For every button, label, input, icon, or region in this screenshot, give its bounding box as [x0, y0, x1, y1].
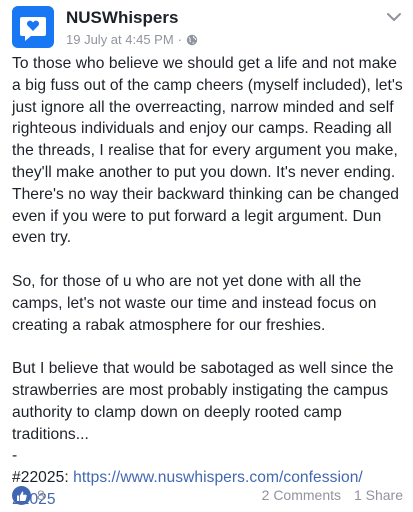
like-count[interactable]: 8 [37, 487, 45, 503]
post-meta: 19 July at 4:45 PM · [66, 32, 198, 47]
post-body: To those who believe we should get a lif… [12, 53, 404, 511]
post-paragraph: To those who believe we should get a lif… [12, 55, 403, 247]
comments-count[interactable]: 2 Comments [262, 487, 341, 503]
shares-count[interactable]: 1 Share [354, 487, 403, 503]
meta-separator: · [177, 32, 183, 47]
post-timestamp[interactable]: 19 July at 4:45 PM [66, 32, 174, 47]
post-header: NUSWhispers 19 July at 4:45 PM · [12, 6, 403, 48]
like-reaction-badge[interactable] [12, 486, 31, 505]
globe-icon [186, 34, 198, 45]
heart-speech-bubble-icon [20, 17, 46, 41]
post-paragraph: So, for those of u who are not yet done … [12, 272, 377, 334]
chevron-down-icon[interactable] [385, 10, 403, 24]
page-avatar[interactable] [12, 6, 54, 48]
thumbs-up-icon [16, 491, 27, 501]
post-paragraph: But I believe that would be sabotaged as… [12, 360, 394, 443]
page-name[interactable]: NUSWhispers [66, 8, 178, 28]
post-footer: 8 2 Comments 1 Share [12, 484, 403, 508]
post-dash: - [12, 447, 18, 465]
